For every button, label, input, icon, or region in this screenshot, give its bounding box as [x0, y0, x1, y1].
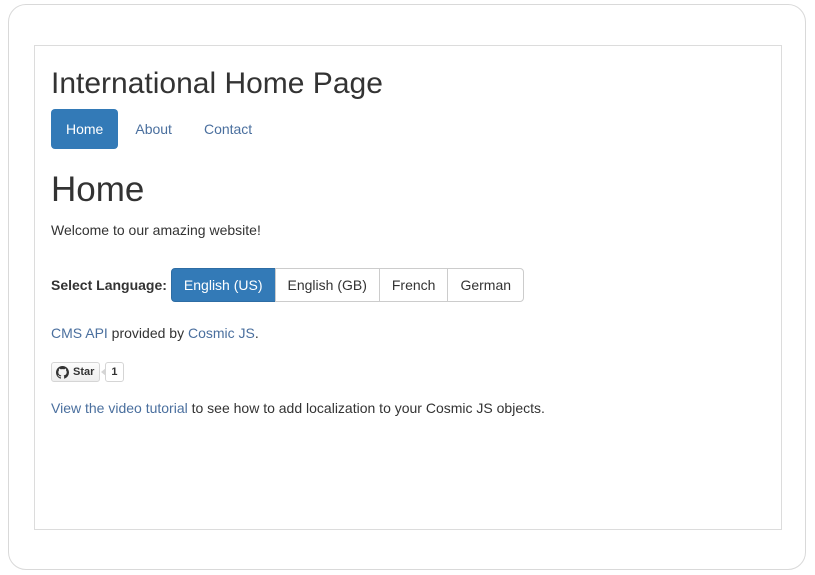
nav-home[interactable]: Home	[51, 109, 119, 149]
cms-api-link[interactable]: CMS API	[51, 325, 108, 341]
main-nav: Home About Contact	[51, 109, 269, 149]
language-german-button[interactable]: German	[447, 268, 525, 302]
language-selector: Select Language: English (US) English (G…	[51, 268, 525, 302]
github-icon	[56, 365, 69, 379]
site-title: International Home Page	[51, 67, 383, 100]
language-french-button[interactable]: French	[378, 268, 449, 302]
video-tutorial-text: to see how to add localization to your C…	[187, 400, 545, 416]
github-star-label: Star	[73, 366, 95, 378]
nav-about[interactable]: About	[120, 109, 187, 149]
cosmic-js-link[interactable]: Cosmic JS	[188, 325, 255, 341]
language-english-us-button[interactable]: English (US)	[170, 268, 276, 302]
language-label: Select Language:	[51, 277, 167, 293]
credits-line: CMS API provided by Cosmic JS.	[51, 323, 259, 343]
video-tutorial-line: View the video tutorial to see how to ad…	[51, 398, 545, 418]
welcome-text: Welcome to our amazing website!	[51, 222, 261, 238]
credits-end: .	[254, 325, 259, 341]
github-star-widget: Star 1	[51, 362, 124, 382]
page-container: International Home Page Home About Conta…	[34, 45, 782, 530]
credits-provided-by: provided by	[107, 325, 188, 341]
language-english-gb-button[interactable]: English (GB)	[274, 268, 380, 302]
github-star-count[interactable]: 1	[101, 362, 124, 382]
github-star-button[interactable]: Star	[51, 362, 101, 382]
page-heading: Home	[51, 170, 145, 209]
nav-contact[interactable]: Contact	[189, 109, 267, 149]
video-tutorial-link[interactable]: View the video tutorial	[51, 400, 188, 416]
language-button-group: English (US) English (GB) French German	[170, 268, 525, 302]
